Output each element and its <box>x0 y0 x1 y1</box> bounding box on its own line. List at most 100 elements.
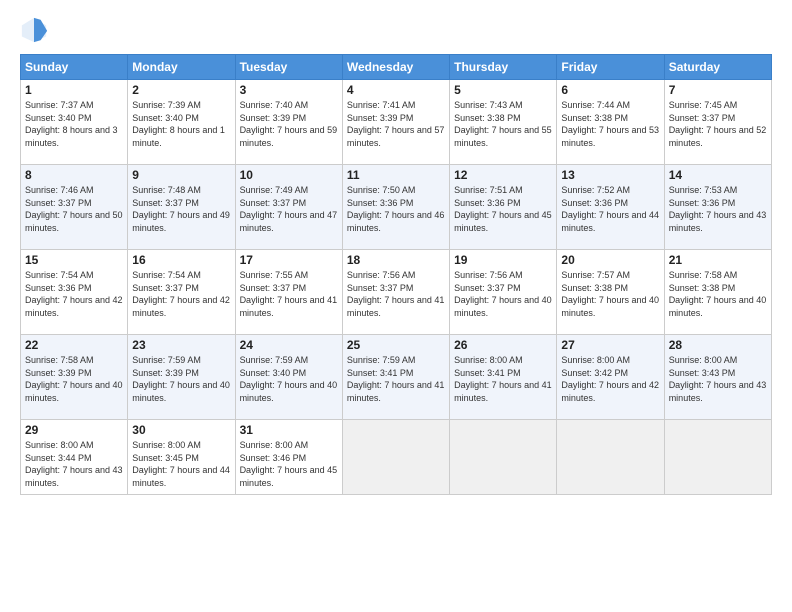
calendar-cell: 25 Sunrise: 7:59 AMSunset: 3:41 PMDayligh… <box>342 335 449 420</box>
calendar-cell: 27 Sunrise: 8:00 AMSunset: 3:42 PMDayligh… <box>557 335 664 420</box>
day-info: Sunrise: 7:41 AMSunset: 3:39 PMDaylight:… <box>347 99 445 149</box>
calendar-cell: 11 Sunrise: 7:50 AMSunset: 3:36 PMDayligh… <box>342 165 449 250</box>
day-info: Sunrise: 7:58 AMSunset: 3:39 PMDaylight:… <box>25 354 123 404</box>
day-info: Sunrise: 8:00 AMSunset: 3:45 PMDaylight:… <box>132 439 230 489</box>
day-info: Sunrise: 7:46 AMSunset: 3:37 PMDaylight:… <box>25 184 123 234</box>
day-number: 25 <box>347 338 445 352</box>
day-info: Sunrise: 7:37 AMSunset: 3:40 PMDaylight:… <box>25 99 123 149</box>
week-row-1: 1 Sunrise: 7:37 AMSunset: 3:40 PMDaylight… <box>21 80 772 165</box>
day-number: 27 <box>561 338 659 352</box>
calendar-cell: 18 Sunrise: 7:56 AMSunset: 3:37 PMDayligh… <box>342 250 449 335</box>
day-info: Sunrise: 7:56 AMSunset: 3:37 PMDaylight:… <box>454 269 552 319</box>
calendar-cell: 2 Sunrise: 7:39 AMSunset: 3:40 PMDaylight… <box>128 80 235 165</box>
calendar-cell: 12 Sunrise: 7:51 AMSunset: 3:36 PMDayligh… <box>450 165 557 250</box>
day-info: Sunrise: 7:43 AMSunset: 3:38 PMDaylight:… <box>454 99 552 149</box>
calendar-cell: 23 Sunrise: 7:59 AMSunset: 3:39 PMDayligh… <box>128 335 235 420</box>
calendar-cell: 24 Sunrise: 7:59 AMSunset: 3:40 PMDayligh… <box>235 335 342 420</box>
day-number: 21 <box>669 253 767 267</box>
header-thursday: Thursday <box>450 55 557 80</box>
calendar-cell: 22 Sunrise: 7:58 AMSunset: 3:39 PMDayligh… <box>21 335 128 420</box>
header <box>20 16 772 44</box>
day-number: 13 <box>561 168 659 182</box>
day-info: Sunrise: 8:00 AMSunset: 3:44 PMDaylight:… <box>25 439 123 489</box>
day-number: 12 <box>454 168 552 182</box>
day-number: 31 <box>240 423 338 437</box>
day-number: 20 <box>561 253 659 267</box>
day-number: 9 <box>132 168 230 182</box>
header-tuesday: Tuesday <box>235 55 342 80</box>
header-saturday: Saturday <box>664 55 771 80</box>
calendar-cell: 30 Sunrise: 8:00 AMSunset: 3:45 PMDayligh… <box>128 420 235 495</box>
day-number: 8 <box>25 168 123 182</box>
calendar-cell <box>342 420 449 495</box>
week-row-2: 8 Sunrise: 7:46 AMSunset: 3:37 PMDaylight… <box>21 165 772 250</box>
day-info: Sunrise: 7:55 AMSunset: 3:37 PMDaylight:… <box>240 269 338 319</box>
day-number: 2 <box>132 83 230 97</box>
calendar-cell: 14Sunrise: 7:53 AMSunset: 3:36 PMDayligh… <box>664 165 771 250</box>
day-info: Sunrise: 7:57 AMSunset: 3:38 PMDaylight:… <box>561 269 659 319</box>
day-info: Sunrise: 8:00 AMSunset: 3:41 PMDaylight:… <box>454 354 552 404</box>
day-number: 7 <box>669 83 767 97</box>
day-number: 17 <box>240 253 338 267</box>
day-number: 11 <box>347 168 445 182</box>
page: SundayMondayTuesdayWednesdayThursdayFrid… <box>0 0 792 612</box>
header-wednesday: Wednesday <box>342 55 449 80</box>
day-info: Sunrise: 7:58 AMSunset: 3:38 PMDaylight:… <box>669 269 767 319</box>
day-number: 6 <box>561 83 659 97</box>
calendar-cell: 15 Sunrise: 7:54 AMSunset: 3:36 PMDayligh… <box>21 250 128 335</box>
day-info: Sunrise: 7:56 AMSunset: 3:37 PMDaylight:… <box>347 269 445 319</box>
day-number: 19 <box>454 253 552 267</box>
day-info: Sunrise: 8:00 AMSunset: 3:46 PMDaylight:… <box>240 439 338 489</box>
calendar: SundayMondayTuesdayWednesdayThursdayFrid… <box>20 54 772 495</box>
day-number: 28 <box>669 338 767 352</box>
calendar-cell: 20 Sunrise: 7:57 AMSunset: 3:38 PMDayligh… <box>557 250 664 335</box>
day-info: Sunrise: 8:00 AMSunset: 3:43 PMDaylight:… <box>669 354 767 404</box>
calendar-cell: 21 Sunrise: 7:58 AMSunset: 3:38 PMDayligh… <box>664 250 771 335</box>
logo <box>20 16 52 44</box>
day-info: Sunrise: 7:59 AMSunset: 3:40 PMDaylight:… <box>240 354 338 404</box>
day-number: 22 <box>25 338 123 352</box>
day-info: Sunrise: 7:59 AMSunset: 3:41 PMDaylight:… <box>347 354 445 404</box>
day-number: 24 <box>240 338 338 352</box>
calendar-cell: 29 Sunrise: 8:00 AMSunset: 3:44 PMDayligh… <box>21 420 128 495</box>
day-number: 23 <box>132 338 230 352</box>
header-sunday: Sunday <box>21 55 128 80</box>
day-info: Sunrise: 7:54 AMSunset: 3:36 PMDaylight:… <box>25 269 123 319</box>
week-row-4: 22 Sunrise: 7:58 AMSunset: 3:39 PMDayligh… <box>21 335 772 420</box>
day-number: 29 <box>25 423 123 437</box>
logo-icon <box>20 16 48 44</box>
calendar-cell: 10Sunrise: 7:49 AMSunset: 3:37 PMDayligh… <box>235 165 342 250</box>
day-number: 30 <box>132 423 230 437</box>
day-info: Sunrise: 7:44 AMSunset: 3:38 PMDaylight:… <box>561 99 659 149</box>
day-number: 10 <box>240 168 338 182</box>
day-number: 18 <box>347 253 445 267</box>
header-friday: Friday <box>557 55 664 80</box>
header-monday: Monday <box>128 55 235 80</box>
calendar-cell: 19 Sunrise: 7:56 AMSunset: 3:37 PMDayligh… <box>450 250 557 335</box>
day-info: Sunrise: 7:50 AMSunset: 3:36 PMDaylight:… <box>347 184 445 234</box>
day-info: Sunrise: 7:40 AMSunset: 3:39 PMDaylight:… <box>240 99 338 149</box>
day-info: Sunrise: 7:48 AMSunset: 3:37 PMDaylight:… <box>132 184 230 234</box>
day-info: Sunrise: 7:51 AMSunset: 3:36 PMDaylight:… <box>454 184 552 234</box>
day-number: 14 <box>669 168 767 182</box>
day-number: 1 <box>25 83 123 97</box>
calendar-cell: 5Sunrise: 7:43 AMSunset: 3:38 PMDaylight… <box>450 80 557 165</box>
calendar-cell: 9 Sunrise: 7:48 AMSunset: 3:37 PMDaylight… <box>128 165 235 250</box>
calendar-cell <box>557 420 664 495</box>
calendar-cell <box>450 420 557 495</box>
day-number: 16 <box>132 253 230 267</box>
day-number: 15 <box>25 253 123 267</box>
calendar-cell: 3 Sunrise: 7:40 AMSunset: 3:39 PMDaylight… <box>235 80 342 165</box>
calendar-cell: 16Sunrise: 7:54 AMSunset: 3:37 PMDayligh… <box>128 250 235 335</box>
day-info: Sunrise: 8:00 AMSunset: 3:42 PMDaylight:… <box>561 354 659 404</box>
day-info: Sunrise: 7:52 AMSunset: 3:36 PMDaylight:… <box>561 184 659 234</box>
day-number: 3 <box>240 83 338 97</box>
calendar-cell: 6 Sunrise: 7:44 AMSunset: 3:38 PMDaylight… <box>557 80 664 165</box>
day-info: Sunrise: 7:39 AMSunset: 3:40 PMDaylight:… <box>132 99 230 149</box>
calendar-cell: 31 Sunrise: 8:00 AMSunset: 3:46 PMDayligh… <box>235 420 342 495</box>
calendar-cell: 1 Sunrise: 7:37 AMSunset: 3:40 PMDaylight… <box>21 80 128 165</box>
calendar-cell: 17 Sunrise: 7:55 AMSunset: 3:37 PMDayligh… <box>235 250 342 335</box>
day-info: Sunrise: 7:45 AMSunset: 3:37 PMDaylight:… <box>669 99 767 149</box>
day-info: Sunrise: 7:59 AMSunset: 3:39 PMDaylight:… <box>132 354 230 404</box>
week-row-3: 15 Sunrise: 7:54 AMSunset: 3:36 PMDayligh… <box>21 250 772 335</box>
